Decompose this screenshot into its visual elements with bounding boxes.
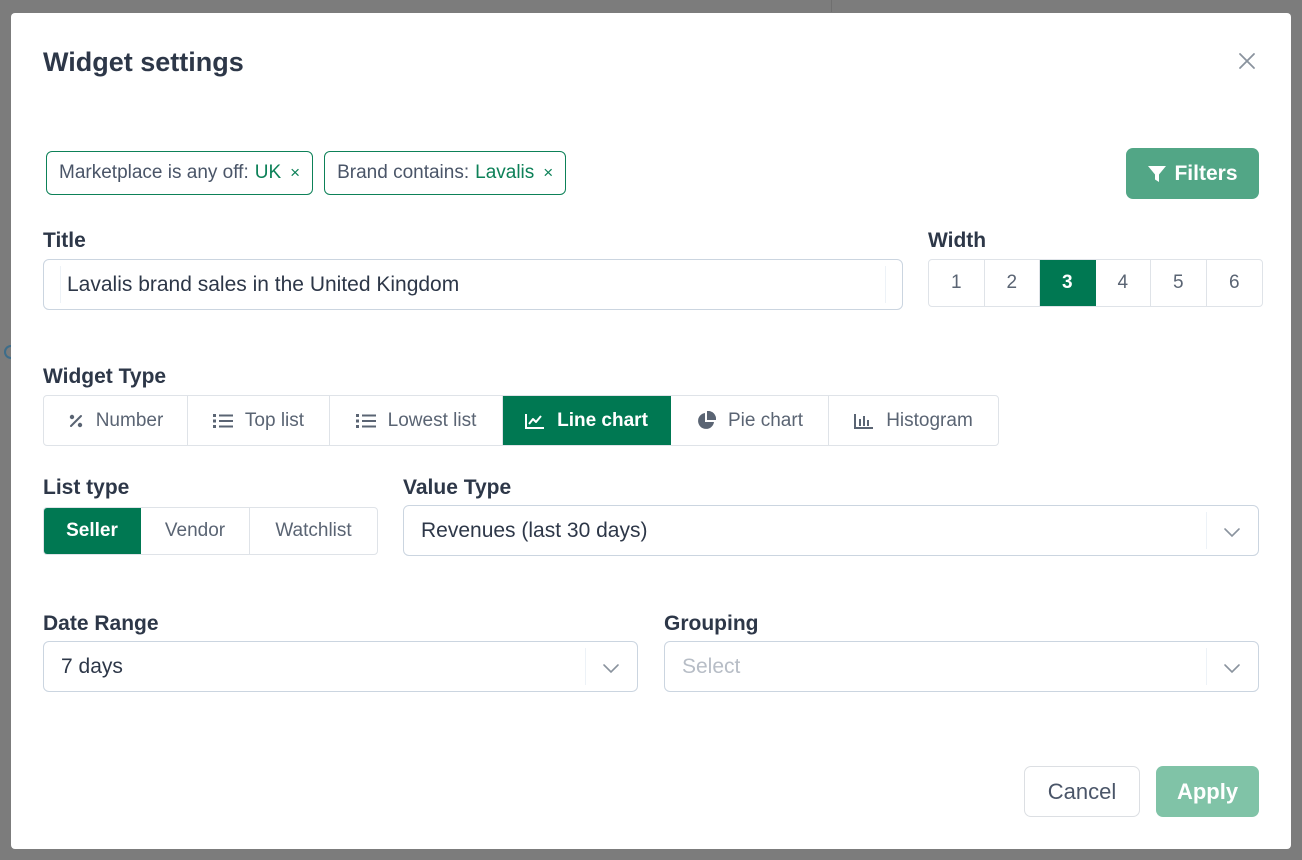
chevron-down-icon <box>603 664 619 674</box>
widget-settings-modal: Widget settings Marketplace is any off: … <box>11 13 1291 849</box>
filter-chip-value: Lavalis <box>475 162 535 183</box>
grouping-label: Grouping <box>664 612 759 635</box>
widget-type-line-chart-label: Line chart <box>557 409 648 431</box>
widget-type-lowest-list[interactable]: Lowest list <box>330 396 503 445</box>
date-range-select[interactable]: 7 days <box>43 641 638 692</box>
funnel-icon <box>1148 165 1167 182</box>
width-option-5[interactable]: 5 <box>1151 260 1207 306</box>
value-type-value: Revenues (last 30 days) <box>421 518 648 542</box>
widget-type-number[interactable]: Number <box>44 396 188 445</box>
title-label: Title <box>43 229 86 252</box>
grouping-placeholder: Select <box>682 654 741 678</box>
width-option-2[interactable]: 2 <box>985 260 1040 306</box>
filter-chip-label: Brand contains: <box>337 162 470 183</box>
cancel-button[interactable]: Cancel <box>1024 766 1140 817</box>
chevron-down-icon <box>1224 528 1240 538</box>
grouping-select[interactable]: Select <box>664 641 1259 692</box>
widget-type-histogram-label: Histogram <box>886 409 973 431</box>
list-type-label: List type <box>43 476 130 499</box>
date-range-label: Date Range <box>43 612 159 635</box>
widget-type-lowest-list-label: Lowest list <box>387 409 477 431</box>
width-option-4[interactable]: 4 <box>1096 260 1151 306</box>
select-separator <box>585 648 586 685</box>
close-icon <box>1239 53 1255 69</box>
apply-button[interactable]: Apply <box>1156 766 1259 817</box>
widget-type-pie-chart-label: Pie chart <box>728 409 803 431</box>
title-input[interactable]: Lavalis brand sales in the United Kingdo… <box>43 259 903 310</box>
pie-chart-icon <box>698 410 716 429</box>
filters-button[interactable]: Filters <box>1126 148 1259 199</box>
input-inner-border <box>60 266 61 303</box>
list-type-selector: Seller Vendor Watchlist <box>43 507 378 555</box>
background-partial-icon <box>0 340 12 380</box>
list-type-watchlist[interactable]: Watchlist <box>250 508 377 554</box>
widget-type-selector: Number Top list Lowest list Line chart P… <box>43 395 999 446</box>
list-icon <box>212 413 233 428</box>
date-range-value: 7 days <box>61 654 123 678</box>
width-option-3[interactable]: 3 <box>1040 260 1096 306</box>
close-button[interactable] <box>1237 51 1257 71</box>
widget-type-number-label: Number <box>95 409 164 431</box>
width-option-1[interactable]: 1 <box>929 260 985 306</box>
width-option-6[interactable]: 6 <box>1207 260 1263 306</box>
remove-filter-icon[interactable]: × <box>290 163 300 183</box>
filters-button-label: Filters <box>1174 161 1238 185</box>
widget-type-line-chart[interactable]: Line chart <box>503 396 671 445</box>
filter-chip-label: Marketplace is any off: <box>59 162 249 183</box>
chevron-down-icon <box>1224 664 1240 674</box>
filter-chip-value: UK <box>254 162 282 183</box>
bar-chart-icon <box>854 413 874 429</box>
widget-type-label: Widget Type <box>43 365 167 388</box>
remove-filter-icon[interactable]: × <box>543 163 553 183</box>
widget-type-histogram[interactable]: Histogram <box>829 396 998 445</box>
background-divider <box>831 0 832 12</box>
width-selector: 1 2 3 4 5 6 <box>928 259 1263 307</box>
value-type-label: Value Type <box>403 476 512 499</box>
active-filters: Marketplace is any off: UK × Brand conta… <box>46 151 567 195</box>
list-type-vendor[interactable]: Vendor <box>141 508 250 554</box>
input-inner-border <box>885 266 886 303</box>
line-chart-icon <box>525 413 545 429</box>
modal-title: Widget settings <box>43 47 244 77</box>
list-icon <box>355 413 376 428</box>
value-type-select[interactable]: Revenues (last 30 days) <box>403 505 1259 556</box>
widget-type-pie-chart[interactable]: Pie chart <box>671 396 829 445</box>
widget-type-top-list-label: Top list <box>244 409 305 431</box>
select-separator <box>1206 512 1207 549</box>
filter-chip-marketplace: Marketplace is any off: UK × <box>46 151 314 195</box>
title-input-value: Lavalis brand sales in the United Kingdo… <box>67 272 460 296</box>
select-separator <box>1206 648 1207 685</box>
widget-type-top-list[interactable]: Top list <box>188 396 330 445</box>
width-label: Width <box>928 229 987 252</box>
list-type-seller[interactable]: Seller <box>44 508 141 554</box>
filter-chip-brand: Brand contains: Lavalis × <box>324 151 567 195</box>
percent-icon <box>69 414 82 427</box>
